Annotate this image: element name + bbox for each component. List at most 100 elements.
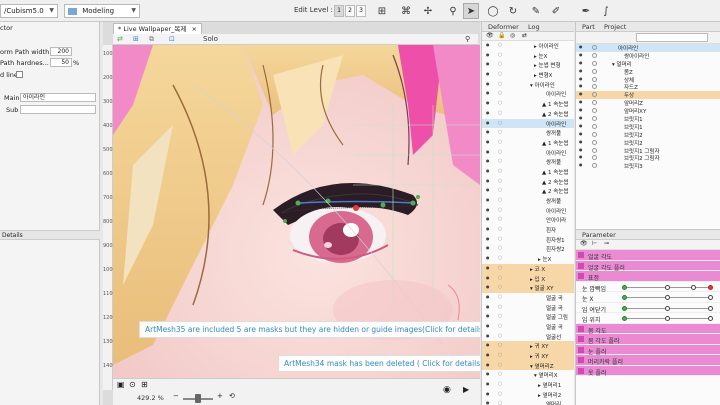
grid-icon[interactable]: ⊞ (133, 35, 139, 43)
edit-level-1[interactable]: 1 (334, 5, 344, 17)
parameter-key-point[interactable] (622, 305, 627, 311)
lock-toggle-icon[interactable] (592, 68, 597, 74)
deformer-row[interactable]: ● ○ ▾ 옆머리X (482, 370, 574, 380)
visibility-eye-icon[interactable]: ● (579, 147, 583, 152)
visibility-eye-icon[interactable]: ● (486, 42, 490, 47)
main-input[interactable]: 아이라인 (20, 93, 96, 102)
part-row[interactable]: ● 아이라인 (576, 44, 720, 52)
lines-checkbox[interactable] (16, 71, 23, 78)
overlay-icon[interactable]: ⧉ (149, 35, 154, 44)
part-row[interactable]: ● ▾ 얼머리 (576, 60, 720, 68)
lock-toggle-icon[interactable]: ○ (498, 313, 502, 319)
deformer-row[interactable]: ● ○ 얼굴 곡 (482, 303, 574, 313)
visibility-eye-icon[interactable]: ● (486, 207, 490, 212)
pen-icon[interactable]: ✒ (578, 3, 594, 19)
lock-toggle-icon[interactable]: ○ (498, 90, 502, 96)
document-tab[interactable]: * Live Wallpaper_복제 × (113, 23, 202, 34)
lock-toggle-icon[interactable]: ○ (498, 168, 502, 174)
parameter-group[interactable]: 몸 각도 플러 (576, 334, 720, 345)
lock-toggle-icon[interactable]: ○ (498, 61, 502, 67)
visibility-eye-icon[interactable]: ● (486, 284, 490, 289)
part-row[interactable]: ● 상체 (576, 76, 720, 84)
parameter-key-point[interactable] (690, 284, 696, 290)
deformer-row[interactable]: ● ○ ▾ 옆머리Z (482, 360, 574, 371)
visibility-eye-icon[interactable]: ● (579, 52, 583, 57)
lock-toggle-icon[interactable] (592, 92, 597, 98)
deformer-row[interactable]: ● ○ ▸ 옆머리2 (482, 390, 574, 400)
lock-toggle-icon[interactable] (592, 131, 597, 137)
view-toggle-icon[interactable]: ⇄ (117, 35, 123, 43)
deformer-row[interactable]: ● ○ 얼굴 곡 (482, 322, 574, 332)
brush-icon[interactable]: ✎ (528, 3, 544, 19)
link-icon[interactable]: ⊸ (604, 240, 609, 247)
parameter-key-point[interactable] (622, 316, 627, 321)
lock-toggle-icon[interactable]: ○ (498, 284, 502, 290)
deformer-row[interactable]: ● ○ 흰자쌍1 (482, 235, 574, 245)
parameter-row[interactable]: 눈 X (576, 292, 720, 303)
warp-icon[interactable]: ⌘ (398, 3, 414, 19)
lock-toggle-icon[interactable]: ○ (498, 207, 502, 213)
lock-toggle-icon[interactable]: ○ (498, 139, 502, 145)
visibility-eye-icon[interactable]: ● (579, 162, 583, 167)
parameter-key-point[interactable] (708, 305, 713, 311)
parameter-row[interactable]: 입 위치 (576, 313, 720, 324)
record-icon[interactable]: ◉ (443, 385, 451, 395)
deformer-row[interactable]: ● ○ 흰자쌍2 (482, 244, 574, 254)
visibility-eye-icon[interactable]: ● (486, 304, 490, 309)
deformer-row[interactable]: ● ○ 아이라인 (482, 148, 574, 158)
curve-icon[interactable]: ∫ (598, 3, 614, 19)
visibility-eye-icon[interactable]: ● (579, 83, 583, 88)
mask-deleted-notice[interactable]: ArtMesh34 mask has been deleted ( Click … (278, 355, 480, 372)
visibility-eye-icon[interactable]: ● (486, 129, 490, 134)
part-row[interactable]: ● 앞머리Z (576, 99, 720, 107)
lock-toggle-icon[interactable]: ○ (498, 275, 502, 281)
lock-toggle-icon[interactable]: ○ (498, 265, 502, 271)
deformer-row[interactable]: ● ○ ▲ 1 속눈썹 (482, 138, 574, 148)
swap-icon[interactable]: ⇄ (522, 32, 527, 39)
deformer-row[interactable]: ● ○ 얼굴선 (482, 332, 574, 342)
parameter-key-point[interactable] (665, 295, 670, 300)
visibility-eye-icon[interactable]: ● (486, 81, 490, 86)
visibility-eye-icon[interactable]: ● (486, 245, 490, 250)
visibility-eye-icon[interactable]: ● (486, 400, 490, 405)
reference-icon[interactable]: ⊡ (169, 35, 175, 43)
eye-icon[interactable]: 👁 (486, 32, 494, 39)
lock-toggle-icon[interactable] (592, 123, 597, 129)
grid-icon[interactable]: ⊞ (141, 380, 148, 389)
visibility-eye-icon[interactable]: ● (579, 154, 583, 159)
lock-toggle-icon[interactable]: ○ (498, 81, 502, 87)
lock-toggle-icon[interactable]: ○ (498, 342, 502, 348)
deformer-row[interactable]: ● ○ ▸ 변형X (482, 70, 574, 80)
part-row[interactable]: ● 앞머리XY (576, 107, 720, 115)
visibility-eye-icon[interactable]: ● (486, 216, 490, 221)
visibility-eye-icon[interactable]: ● (486, 323, 490, 328)
part-row[interactable]: ● 두상 (576, 91, 720, 100)
visibility-eye-icon[interactable]: ● (486, 275, 490, 280)
visibility-eye-icon[interactable]: ● (579, 91, 583, 96)
visibility-eye-icon[interactable]: ● (486, 391, 490, 396)
deformer-row[interactable]: ● ○ ▸ 입 X (482, 273, 574, 284)
parameter-key-point[interactable] (708, 316, 713, 321)
deformer-row[interactable]: ● ○ 얼굴 곡 (482, 293, 574, 303)
lock-toggle-icon[interactable] (592, 155, 597, 161)
deformer-row[interactable]: ● ○ 쌍꺼풀 (482, 196, 574, 206)
form-path-width-input[interactable]: 200 (50, 47, 72, 56)
deformer-row[interactable]: ● ○ ▸ 옆머리1 (482, 380, 574, 390)
deformer-row[interactable]: ● ○ ▸ 귀 XY (482, 341, 574, 351)
lasso-icon[interactable]: ◯ (485, 3, 501, 19)
part-row[interactable]: ● 브릿지2 (576, 139, 720, 147)
zoom-slider-handle[interactable] (195, 394, 201, 403)
details-tab[interactable]: Details (0, 230, 100, 240)
mesh-edit-icon[interactable]: ⊞ (374, 3, 390, 19)
lock-toggle-icon[interactable]: ○ (498, 381, 502, 387)
deformer-row[interactable]: ● ○ ▲ 2 속눈썹 (482, 109, 574, 119)
deformer-row[interactable]: ● ○ 아이라인 (482, 206, 574, 216)
lock-toggle-icon[interactable]: ○ (498, 226, 502, 232)
deformer-row[interactable]: ● ○ 쌍꺼풀 (482, 157, 574, 167)
lock-toggle-icon[interactable] (592, 116, 597, 122)
part-row[interactable]: ● 쌍아이라인 (576, 52, 720, 60)
lock-toggle-icon[interactable]: ○ (498, 236, 502, 242)
parameter-key-point[interactable] (708, 295, 713, 300)
tab-deformer[interactable]: Deformer (488, 23, 519, 31)
play-icon[interactable]: ▶ (463, 385, 469, 394)
